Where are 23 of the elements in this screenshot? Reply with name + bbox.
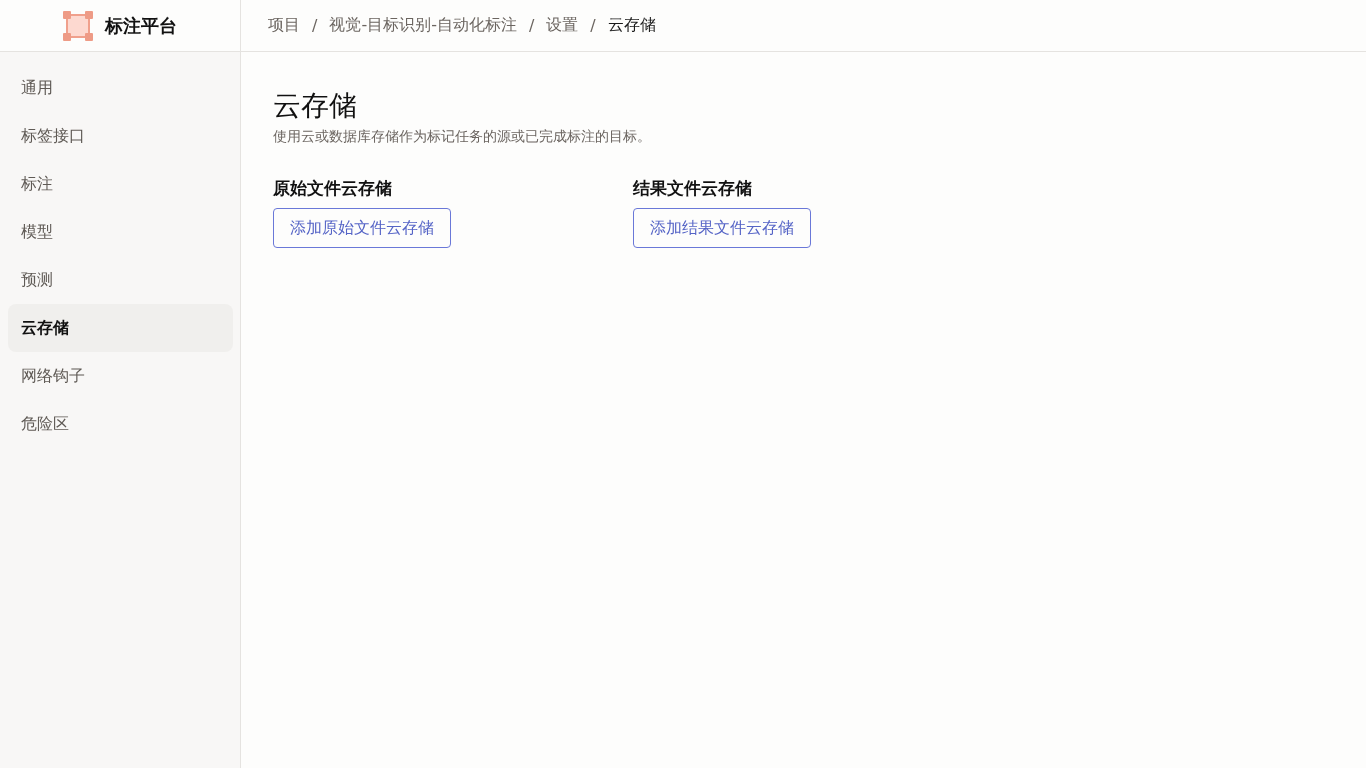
page-description: 使用云或数据库存储作为标记任务的源或已完成标注的目标。 [273,127,652,146]
add-storage-button[interactable]: 添加原始文件云存储 [273,208,451,248]
breadcrumb-separator: / [312,16,318,35]
breadcrumb-separator: / [528,16,535,35]
sidebar-item[interactable]: 通用 [8,64,233,112]
logo-icon [63,10,93,41]
breadcrumb-current: 云存储 [607,15,656,36]
section-heading: 原始文件云存储 [273,177,392,200]
sidebar-item[interactable]: 标注 [8,160,233,208]
sidebar-item[interactable]: 网络钩子 [8,352,233,400]
breadcrumb-link[interactable]: 项目 [268,15,300,36]
page-title: 云存储 [273,88,358,124]
sidebar-item[interactable]: 云存储 [8,304,233,352]
add-storage-button[interactable]: 添加结果文件云存储 [633,208,811,248]
breadcrumb-link[interactable]: 设置 [546,15,579,36]
app-name: 标注平台 [105,13,177,38]
sidebar-item[interactable]: 模型 [8,208,233,256]
breadcrumb-link[interactable]: 视觉-目标识别-自动化标注 [329,15,517,36]
sidebar-item[interactable]: 预测 [8,256,233,304]
sidebar-item[interactable]: 危险区 [8,400,233,448]
sidebar-item[interactable]: 标签接口 [8,112,233,160]
breadcrumb-separator: / [590,16,596,35]
section-heading: 结果文件云存储 [633,177,752,200]
